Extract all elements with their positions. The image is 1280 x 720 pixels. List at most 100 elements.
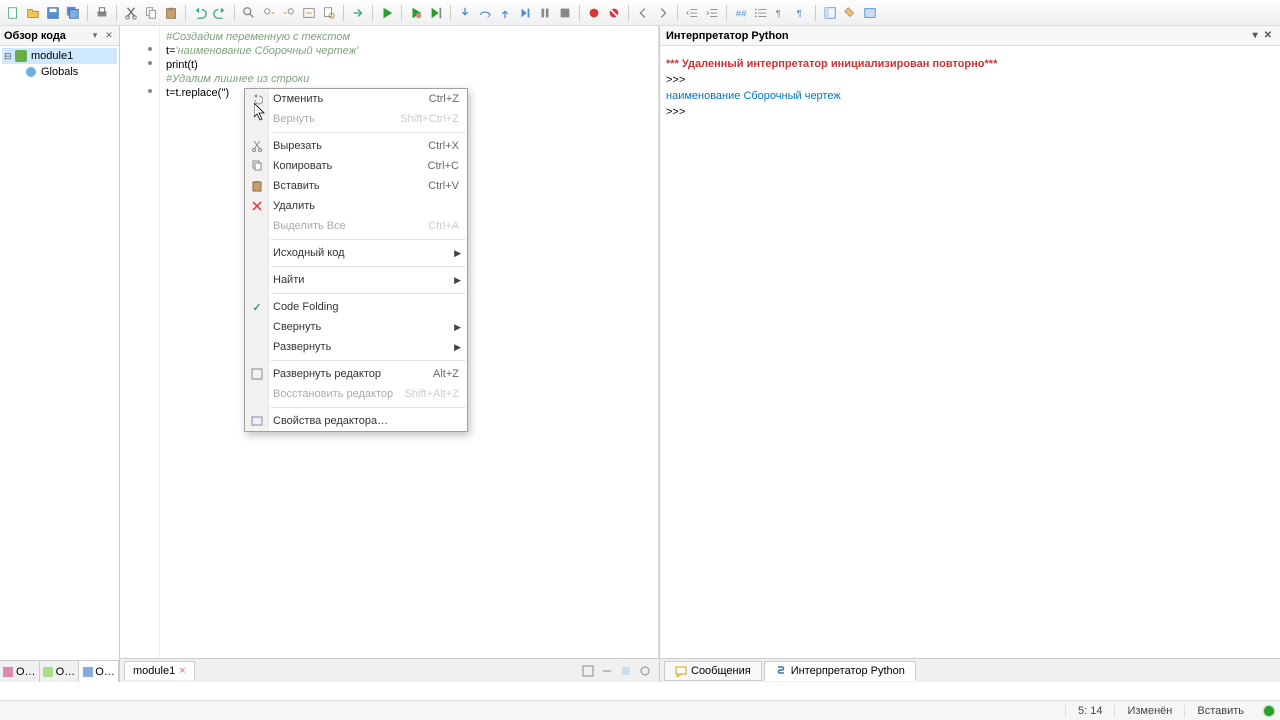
tools-icon[interactable] (841, 4, 859, 22)
svg-text:¶: ¶ (797, 8, 802, 19)
panel-menu-icon[interactable]: ▾ (89, 30, 101, 42)
nav-forward-icon[interactable] (654, 4, 672, 22)
chevron-icon[interactable]: ⊟ (4, 51, 14, 62)
cut-icon[interactable] (122, 4, 140, 22)
menu-undo[interactable]: ОтменитьCtrl+Z (245, 89, 467, 109)
interp-menu-icon[interactable]: ▾ (1251, 30, 1260, 41)
menu-code-folding[interactable]: ✓ Code Folding (245, 297, 467, 317)
editor-context-menu: ОтменитьCtrl+Z ВернутьShift+Ctrl+Z Вырез… (244, 88, 468, 432)
paste-menu-icon (249, 178, 265, 194)
svg-text:##: ## (736, 8, 747, 19)
whitespace-icon[interactable]: ¶ (772, 4, 790, 22)
tab-interpreter[interactable]: Интерпретатор Python (764, 661, 916, 681)
main-toolbar: ## ¶ ¶ (0, 0, 1280, 26)
panel-header: Обзор кода ▾ ✕ (0, 26, 119, 46)
menu-editor-options[interactable]: Свойства редактора… (245, 411, 467, 431)
run-icon[interactable] (378, 4, 396, 22)
list-icon[interactable] (752, 4, 770, 22)
tree-item-label: Globals (41, 66, 78, 78)
tab-messages[interactable]: Сообщения (664, 661, 762, 681)
replace-icon[interactable] (300, 4, 318, 22)
menu-delete[interactable]: Удалить (245, 196, 467, 216)
interpreter-header: Интерпретатор Python ▾ ✕ (660, 26, 1280, 46)
stop-icon[interactable] (556, 4, 574, 22)
editor-mini-3-icon[interactable] (618, 663, 634, 679)
check-icon: ✓ (249, 299, 265, 315)
menu-redo: ВернутьShift+Ctrl+Z (245, 109, 467, 129)
layout-icon[interactable] (821, 4, 839, 22)
delete-menu-icon (249, 198, 265, 214)
editor-gutter (120, 26, 160, 658)
close-tab-icon[interactable]: × (179, 665, 185, 677)
find-in-files-icon[interactable] (320, 4, 338, 22)
options-menu-icon (249, 413, 265, 429)
tree-item-label: module1 (31, 50, 73, 62)
interp-close-icon[interactable]: ✕ (1262, 30, 1274, 41)
tree-item-globals[interactable]: Globals (2, 64, 117, 80)
step-into-icon[interactable] (456, 4, 474, 22)
menu-cut[interactable]: ВырезатьCtrl+X (245, 136, 467, 156)
cut-menu-icon (249, 138, 265, 154)
interpreter-output[interactable]: *** Удаленный интерпретатор инициализиро… (660, 46, 1280, 658)
menu-select-all: Выделить ВсеCtrl+A (245, 216, 467, 236)
status-led-icon (1264, 706, 1274, 716)
interpreter-panel: Интерпретатор Python ▾ ✕ *** Удаленный и… (660, 26, 1280, 682)
step-out-icon[interactable] (496, 4, 514, 22)
outdent-icon[interactable] (683, 4, 701, 22)
svg-text:¶: ¶ (776, 8, 781, 19)
debug-icon[interactable] (407, 4, 425, 22)
breakpoint-clear-icon[interactable] (605, 4, 623, 22)
pilcrow-icon[interactable]: ¶ (792, 4, 810, 22)
menu-paste[interactable]: ВставитьCtrl+V (245, 176, 467, 196)
print-icon[interactable] (93, 4, 111, 22)
menu-copy[interactable]: КопироватьCtrl+C (245, 156, 467, 176)
status-modified: Изменён (1114, 705, 1184, 717)
save-icon[interactable] (44, 4, 62, 22)
tree-item-module1[interactable]: ⊟ module1 (2, 48, 117, 64)
search-icon[interactable] (240, 4, 258, 22)
menu-collapse[interactable]: Свернуть▶ (245, 317, 467, 337)
menu-source-code[interactable]: Исходный код▶ (245, 243, 467, 263)
copy-menu-icon (249, 158, 265, 174)
new-file-icon[interactable] (4, 4, 22, 22)
comment-icon[interactable]: ## (732, 4, 750, 22)
goto-icon[interactable] (349, 4, 367, 22)
left-tab-1[interactable]: О… (0, 661, 40, 682)
run-to-cursor-icon[interactable] (427, 4, 445, 22)
copy-icon[interactable] (142, 4, 160, 22)
menu-maximize-editor[interactable]: Развернуть редакторAlt+Z (245, 364, 467, 384)
breakpoint-icon[interactable] (585, 4, 603, 22)
status-insert-mode: Вставить (1184, 705, 1256, 717)
code-overview-panel: Обзор кода ▾ ✕ ⊟ module1 Globals О… О… О… (0, 26, 120, 682)
editor-mini-4-icon[interactable] (637, 663, 653, 679)
globals-icon (24, 65, 38, 79)
panel-title: Обзор кода (4, 30, 87, 42)
interpreter-title: Интерпретатор Python (666, 30, 789, 42)
pause-icon[interactable] (536, 4, 554, 22)
status-bar: 5: 14 Изменён Вставить (0, 700, 1280, 720)
editor-mini-2-icon[interactable] (599, 663, 615, 679)
editor-tab-module1[interactable]: module1 × (124, 661, 195, 680)
left-tab-2[interactable]: О… (40, 661, 80, 682)
menu-expand[interactable]: Развернуть▶ (245, 337, 467, 357)
status-position: 5: 14 (1065, 705, 1114, 717)
options-icon[interactable] (861, 4, 879, 22)
editor-mini-1-icon[interactable] (580, 663, 596, 679)
paste-icon[interactable] (162, 4, 180, 22)
left-tab-3[interactable]: О… (79, 661, 119, 682)
find-next-icon[interactable] (260, 4, 278, 22)
menu-find[interactable]: Найти▶ (245, 270, 467, 290)
undo-menu-icon (249, 91, 265, 107)
panel-close-icon[interactable]: ✕ (103, 30, 115, 42)
save-all-icon[interactable] (64, 4, 82, 22)
continue-icon[interactable] (516, 4, 534, 22)
open-file-icon[interactable] (24, 4, 42, 22)
nav-back-icon[interactable] (634, 4, 652, 22)
indent-icon[interactable] (703, 4, 721, 22)
undo-icon[interactable] (191, 4, 209, 22)
editor-tab-label: module1 (133, 665, 175, 677)
redo-icon[interactable] (211, 4, 229, 22)
find-prev-icon[interactable] (280, 4, 298, 22)
menu-restore-editor: Восстановить редакторShift+Alt+Z (245, 384, 467, 404)
step-over-icon[interactable] (476, 4, 494, 22)
